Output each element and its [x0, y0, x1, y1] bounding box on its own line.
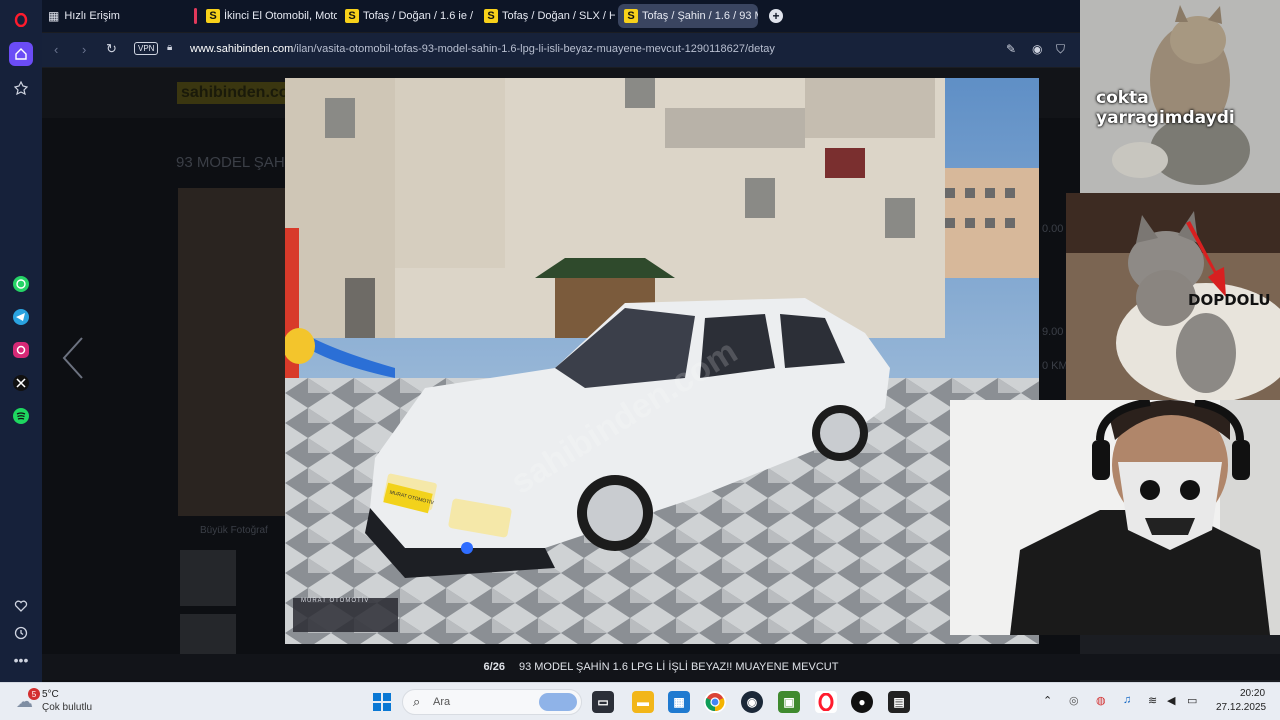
sahibinden-favicon: S — [345, 9, 359, 23]
weather-desc: Çok bulutlu — [42, 702, 93, 713]
clock-time[interactable]: 20:20 — [1240, 688, 1265, 699]
side-number: 0.00 — [1042, 223, 1064, 235]
side-number: 0 KM — [1042, 360, 1068, 372]
tab-label: Hızlı Erişim — [64, 10, 120, 22]
main-photo-dim[interactable] — [178, 188, 298, 516]
new-tab-button[interactable]: + — [769, 9, 783, 23]
whatsapp-icon[interactable] — [9, 272, 33, 296]
thumbnail[interactable] — [180, 550, 236, 606]
opera-logo-icon[interactable] — [9, 8, 33, 32]
search-icon: ⌕ — [413, 694, 421, 709]
telegram-icon[interactable] — [9, 305, 33, 329]
search-placeholder: Ara — [433, 696, 451, 708]
pinboard-icon[interactable] — [9, 76, 33, 100]
camera-icon[interactable]: ◉ — [1032, 42, 1042, 56]
back-icon[interactable]: ‹ — [54, 42, 58, 57]
meme-label: DOPDOLU — [1188, 291, 1271, 309]
browser-sidebar: ••• — [0, 0, 42, 682]
lock-icon[interactable]: 🔒︎ — [167, 42, 172, 53]
meme-overlay-middle: DOPDOLU — [1066, 193, 1280, 400]
url-path: /ilan/vasita-otomobil-tofas-93-model-sah… — [293, 43, 775, 55]
x-twitter-icon[interactable] — [9, 371, 33, 395]
tab-separator — [194, 8, 197, 24]
heart-icon[interactable] — [9, 594, 33, 618]
sahibinden-favicon: S — [206, 9, 220, 23]
steam-icon[interactable]: ◉ — [741, 691, 763, 713]
url-domain: www.sahibinden.com — [190, 43, 294, 55]
history-icon[interactable] — [9, 621, 33, 645]
tab-sahibinden-home[interactable]: S İkinci El Otomobil, Motosiklet — [200, 4, 337, 28]
spotify-icon[interactable] — [9, 404, 33, 428]
obs-icon[interactable]: ● — [851, 691, 873, 713]
battery-icon[interactable]: ▭ — [1187, 694, 1197, 707]
big-photo-link[interactable]: Büyük Fotoğraf — [200, 525, 268, 536]
sahibinden-favicon: S — [484, 9, 498, 23]
clock-date[interactable]: 27.12.2025 — [1216, 702, 1266, 713]
sahibinden-favicon: S — [624, 9, 638, 23]
tab-label: Tofaş / Doğan / SLX / HATA — [502, 10, 615, 22]
webcam-feed — [950, 400, 1280, 635]
grid-icon: ▦ — [48, 9, 60, 23]
microphone-icon[interactable]: ♫ — [1123, 694, 1131, 706]
photo-counter: 6/26 — [483, 661, 505, 673]
capture-app-icon[interactable]: ▤ — [888, 691, 910, 713]
prev-photo-button[interactable] — [58, 336, 88, 380]
tab-label: Tofaş / Doğan / 1.6 ie / VE — [363, 10, 476, 22]
search-highlight-icon — [539, 693, 577, 711]
tray-app-icon[interactable]: ◎ — [1069, 694, 1079, 707]
tab-sahin-active[interactable]: S Tofaş / Şahin / 1.6 / 93 MO — [618, 4, 758, 28]
file-explorer-icon[interactable]: ▬ — [632, 691, 654, 713]
side-number: 9.00 — [1042, 326, 1064, 338]
wifi-icon[interactable]: ≋ — [1148, 694, 1157, 707]
address-bar: ‹ › ↻ VPN 🔒︎ www.sahibinden.com/ilan/vas… — [42, 33, 1080, 67]
more-icon[interactable]: ••• — [9, 648, 33, 672]
photo-title: 93 MODEL ŞAHİN 1.6 LPG Lİ İŞLİ BEYAZ!! M… — [518, 661, 839, 673]
tab-bar: ▦ Hızlı Erişim S İkinci El Otomobil, Mot… — [42, 0, 1080, 32]
taskbar-search[interactable]: ⌕ Ara — [402, 689, 582, 715]
weather-widget[interactable]: ☁ 5 5°C Çok bulutlu — [14, 688, 124, 716]
tab-label: Tofaş / Şahin / 1.6 / 93 MO — [642, 10, 758, 22]
tab-dogan-ve[interactable]: S Tofaş / Doğan / 1.6 ie / VE — [339, 4, 476, 28]
tab-dogan-slx[interactable]: S Tofaş / Doğan / SLX / HATA — [478, 4, 615, 28]
chrome-icon[interactable] — [704, 691, 726, 713]
listing-title: 93 MODEL ŞAH — [176, 154, 285, 171]
forward-icon[interactable]: › — [82, 42, 86, 57]
volume-icon[interactable]: ◀ — [1167, 694, 1175, 707]
dealer-logo: MURAT OTOMOTİV — [301, 598, 370, 604]
windows-taskbar: ☁ 5 5°C Çok bulutlu ⌕ Ara ▭ ▬ ▦ ◉ ▣ ● ▤ … — [0, 682, 1280, 720]
windows-start-icon[interactable] — [371, 691, 393, 713]
chevron-left-icon — [62, 337, 83, 379]
task-view-icon[interactable]: ▭ — [592, 691, 614, 713]
home-icon[interactable] — [9, 42, 33, 66]
tray-chevron-up-icon[interactable]: ⌃ — [1043, 694, 1052, 707]
tab-speed-dial[interactable]: ▦ Hızlı Erişim — [42, 4, 182, 28]
gallery-photo[interactable]: MURAT OTOMOTİV sahibinden.com MURAT OTOM… — [285, 78, 1039, 644]
webcam-overlay — [950, 400, 1280, 635]
meme-overlay-top: cokta yarragimdaydi — [1080, 0, 1280, 193]
url-field[interactable]: www.sahibinden.com/ilan/vasita-otomobil-… — [190, 43, 775, 55]
tray-opera-icon[interactable]: ◍ — [1096, 694, 1106, 707]
microsoft-store-icon[interactable]: ▦ — [668, 691, 690, 713]
weather-badge: 5 — [28, 688, 40, 700]
photo-caption-bar: 6/26 93 MODEL ŞAHİN 1.6 LPG Lİ İŞLİ BEYA… — [42, 654, 1280, 680]
shield-icon[interactable]: ⛉ — [1056, 42, 1065, 57]
tab-label: İkinci El Otomobil, Motosiklet — [224, 10, 337, 22]
instagram-icon[interactable] — [9, 338, 33, 362]
car-photo — [285, 78, 1039, 644]
vpn-badge[interactable]: VPN — [134, 42, 159, 55]
reload-icon[interactable]: ↻ — [106, 41, 117, 57]
meme-caption: cokta yarragimdaydi — [1096, 88, 1235, 128]
opera-taskbar-icon[interactable] — [815, 691, 837, 713]
weather-temp: 5°C — [42, 689, 59, 700]
minecraft-icon[interactable]: ▣ — [778, 691, 800, 713]
edit-icon[interactable]: ✎ — [1006, 42, 1016, 56]
